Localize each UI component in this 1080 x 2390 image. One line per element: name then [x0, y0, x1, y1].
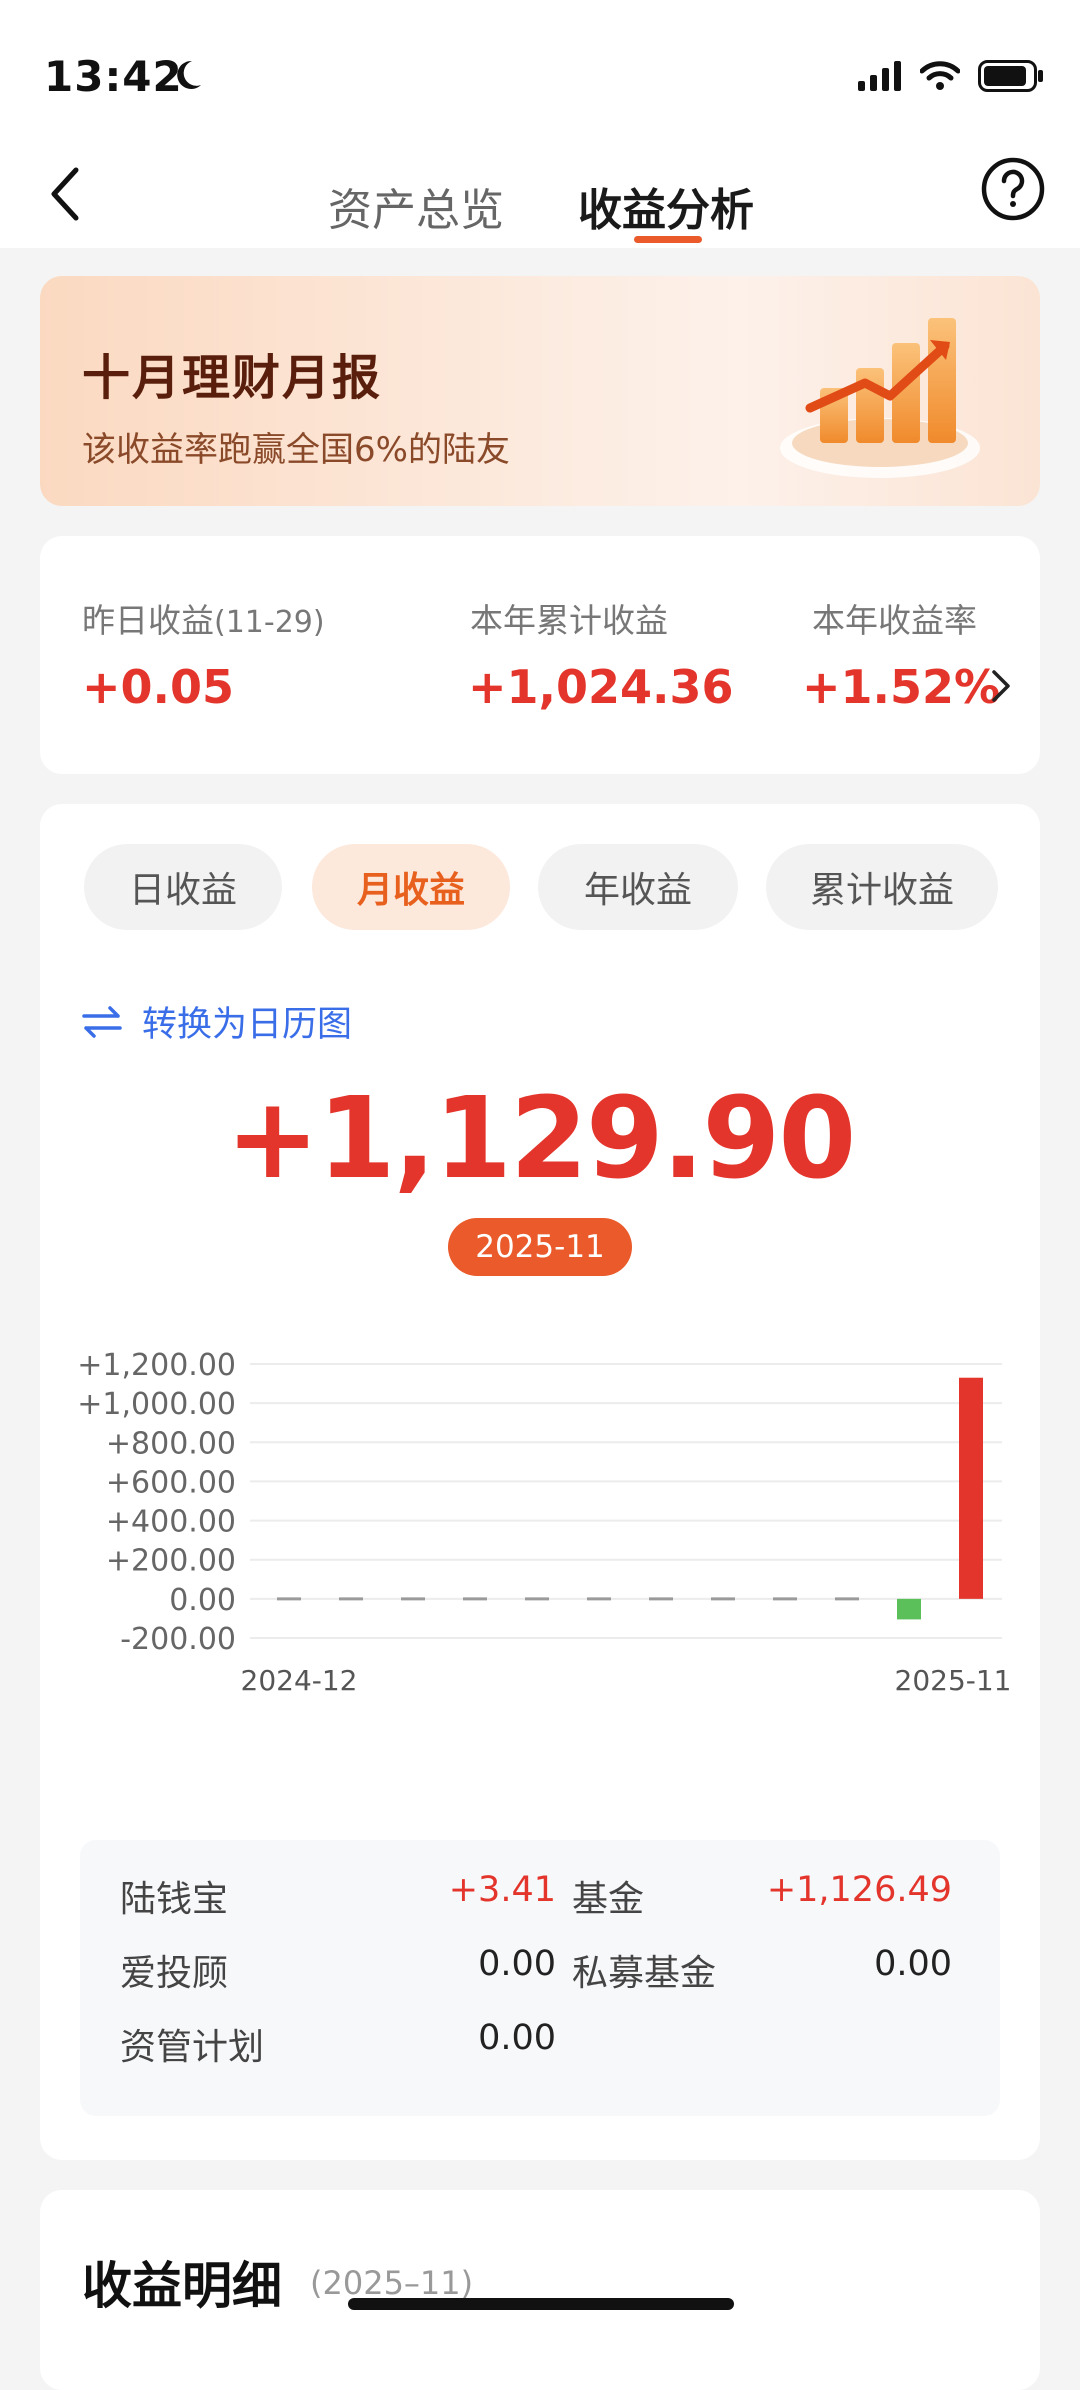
tab-cumulative-income[interactable]: 累计收益	[766, 844, 998, 930]
nav-bar: 资产总览 收益分析	[0, 150, 1080, 248]
banner-title: 十月理财月报	[82, 350, 383, 406]
chevron-right-icon[interactable]	[990, 668, 1012, 704]
tab-daily-income[interactable]: 日收益	[84, 844, 282, 930]
monthly-income-bar-chart[interactable]: +1,200.00 +1,000.00 +800.00 +600.00 +400.00 +…	[40, 1324, 1040, 1824]
tab-monthly-income[interactable]: 月收益	[312, 844, 510, 930]
tab-asset-overview[interactable]: 资产总览	[328, 174, 504, 238]
income-chart-panel: 日收益 月收益 年收益 累计收益 转换为日历图 +1,129.90 2025-1…	[40, 804, 1040, 2160]
tab-income-analysis[interactable]: 收益分析	[578, 174, 754, 238]
x-tick-label-last: 2025-11	[895, 1664, 1012, 1697]
income-detail-title: 收益明细	[82, 2257, 282, 2315]
breakdown-name: 基金	[572, 1879, 645, 1920]
breakdown-name: 私募基金	[572, 1953, 717, 1994]
ytd-income-label: 本年累计收益	[470, 601, 668, 640]
monthly-report-banner[interactable]: 十月理财月报 该收益率跑赢全国6%的陆友	[40, 276, 1040, 506]
yesterday-income-value: +0.05	[82, 660, 235, 714]
income-detail-card: 收益明细 (2025–11)	[40, 2190, 1040, 2390]
breakdown-value: +3.41	[448, 1870, 556, 1910]
status-bar: 13:42	[0, 0, 1080, 150]
annual-return-value: +1.52%	[802, 660, 1001, 714]
battery-icon	[978, 60, 1043, 92]
bar-2025-10	[897, 1598, 921, 1620]
active-tab-indicator	[634, 236, 702, 243]
breakdown-name: 资管计划	[120, 2027, 265, 2068]
selected-period-badge: 2025-11	[448, 1218, 632, 1276]
income-summary-card[interactable]: 昨日收益(11-29) +0.05 本年累计收益 +1,024.36 本年收益率…	[40, 536, 1040, 774]
wifi-icon	[920, 61, 960, 90]
help-icon[interactable]	[980, 156, 1046, 222]
breakdown-name: 陆钱宝	[120, 1879, 229, 1920]
income-detail-period: (2025–11)	[310, 2264, 474, 2302]
swap-arrows-icon	[82, 1005, 122, 1038]
moon-icon	[177, 60, 201, 89]
headline-income-value: +1,129.90	[225, 1074, 857, 1204]
growth-chart-illustration-icon	[780, 318, 980, 478]
y-tick-label: -200.00	[120, 1622, 236, 1657]
y-tick-label: +800.00	[106, 1426, 236, 1461]
tab-yearly-income[interactable]: 年收益	[538, 844, 738, 930]
y-tick-label: +600.00	[106, 1465, 236, 1500]
yesterday-income-label: 昨日收益(11-29)	[82, 601, 325, 640]
y-tick-label: +1,000.00	[77, 1387, 236, 1422]
breakdown-value: 0.00	[478, 2018, 556, 2058]
annual-return-label: 本年收益率	[812, 601, 977, 640]
back-arrow-icon[interactable]	[40, 158, 100, 228]
banner-subtitle: 该收益率跑赢全国6%的陆友	[82, 430, 510, 470]
product-breakdown: 陆钱宝 +3.41 基金 +1,126.49 爱投顾 0.00 私募基金 0.0…	[80, 1840, 1000, 2116]
status-time: 13:42	[44, 52, 183, 101]
bar-2025-11	[959, 1377, 983, 1599]
x-tick-label-first: 2024-12	[241, 1664, 358, 1697]
signal-icon	[858, 61, 901, 91]
y-tick-label: 0.00	[169, 1583, 236, 1618]
home-indicator	[348, 2298, 734, 2310]
status-icons	[858, 60, 1044, 92]
breakdown-value: 0.00	[874, 1944, 952, 1984]
breakdown-value: +1,126.49	[766, 1870, 952, 1910]
y-tick-label: +400.00	[106, 1505, 236, 1540]
breakdown-name: 爱投顾	[120, 1953, 229, 1994]
switch-to-calendar-label: 转换为日历图	[142, 1005, 353, 1045]
y-tick-label: +1,200.00	[77, 1348, 236, 1383]
ytd-income-value: +1,024.36	[468, 660, 734, 714]
y-tick-label: +200.00	[106, 1544, 236, 1579]
breakdown-value: 0.00	[478, 1944, 556, 1984]
switch-to-calendar-button[interactable]: 转换为日历图	[82, 996, 352, 1047]
